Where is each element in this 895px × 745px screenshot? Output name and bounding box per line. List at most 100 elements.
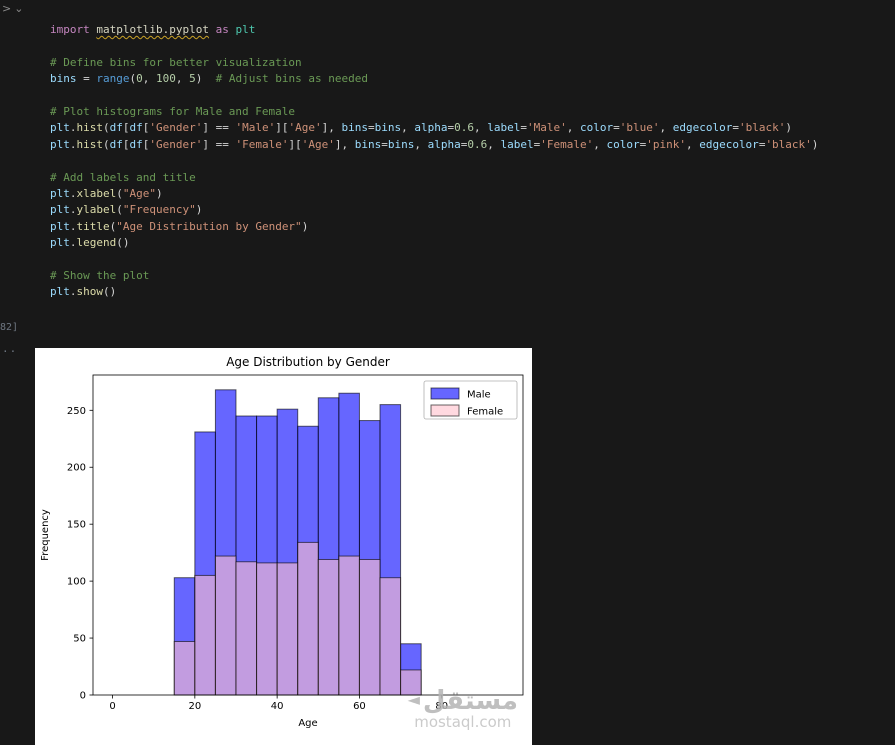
code-line[interactable]: plt.xlabel("Age") (50, 186, 818, 202)
watermark: ◄ مستقل mostaql.com (408, 687, 518, 731)
code-token: show (76, 285, 104, 299)
code-token: range (96, 72, 130, 86)
code-token: matplotlib.pyplot (96, 23, 209, 36)
code-line[interactable]: # Plot histograms for Male and Female (50, 104, 818, 120)
code-token: 0.6 (467, 137, 488, 151)
code-token: ) (785, 121, 792, 135)
code-token: ] (202, 121, 216, 135)
code-token: hist (76, 137, 104, 151)
code-token: ( (103, 121, 110, 135)
code-line[interactable]: plt.show() (50, 284, 818, 300)
code-token: alpha (427, 137, 461, 151)
code-token: . (69, 236, 77, 250)
code-line[interactable]: # Add labels and title (50, 170, 818, 186)
code-token: ) (195, 72, 216, 86)
code-token: () (116, 236, 130, 250)
code-token: df (109, 121, 123, 135)
svg-text:40: 40 (271, 701, 284, 712)
code-token: color (579, 121, 614, 135)
code-token: ], (321, 121, 342, 135)
code-line[interactable]: # Show the plot (50, 268, 818, 284)
code-line[interactable] (50, 88, 818, 104)
code-token: edgecolor (672, 121, 733, 135)
code-token: 'Male' (235, 121, 276, 135)
code-token: . (69, 203, 77, 217)
cell-fold-controls[interactable]: >⌄ (2, 2, 26, 15)
code-token: . (69, 285, 77, 299)
code-token: [ (122, 121, 130, 135)
code-line[interactable]: plt.hist(df[df['Gender'] == 'Male']['Age… (50, 120, 818, 136)
code-token: 'Male' (526, 121, 567, 135)
code-token: df (109, 137, 123, 151)
code-token: , (685, 137, 700, 151)
code-line[interactable]: # Define bins for better visualization (50, 55, 818, 71)
svg-text:Frequency: Frequency (40, 509, 51, 561)
code-line[interactable]: plt.hist(df[df['Gender'] == 'Female']['A… (50, 137, 818, 153)
code-token: df (129, 121, 143, 135)
code-token: ][ (275, 121, 289, 135)
code-token: bins (50, 72, 77, 86)
execution-count: 82] (0, 322, 19, 333)
code-token: import (50, 23, 97, 36)
watermark-arabic-text: مستقل (422, 686, 518, 716)
code-token: . (69, 186, 77, 200)
code-token: "Frequency" (122, 203, 196, 217)
code-token: , (593, 137, 607, 151)
code-token: ) (811, 137, 819, 151)
code-token: "Age Distribution by Gender" (116, 219, 302, 233)
code-token: # Adjust bins as needed (215, 72, 368, 86)
code-token: 'pink' (646, 137, 686, 151)
code-token: plt (235, 23, 256, 36)
code-token: 'Age' (288, 121, 322, 135)
chevron-right-icon[interactable]: > (2, 2, 14, 15)
code-line[interactable]: bins = range(0, 100, 5) # Adjust bins as… (50, 71, 818, 87)
svg-text:200: 200 (67, 463, 86, 474)
code-token: = (520, 121, 527, 135)
cell-drag-handle[interactable]: .. (2, 342, 17, 355)
code-token: , (473, 121, 488, 135)
code-token: ( (116, 203, 123, 217)
code-token: xlabel (76, 186, 117, 200)
svg-text:20: 20 (188, 701, 201, 712)
code-line[interactable]: plt.legend() (50, 235, 818, 251)
code-token: 0.6 (454, 121, 474, 135)
code-token: alpha (414, 121, 448, 135)
code-token: plt (50, 219, 70, 233)
code-token: 'Gender' (149, 121, 203, 135)
code-token: ) (301, 219, 309, 233)
code-line[interactable]: import matplotlib.pyplot as plt (50, 22, 818, 38)
svg-text:100: 100 (67, 577, 86, 588)
code-token: plt (50, 121, 70, 135)
code-token: edgecolor (699, 137, 759, 151)
code-line[interactable]: plt.ylabel("Frequency") (50, 202, 818, 218)
svg-text:60: 60 (353, 701, 366, 712)
code-line[interactable] (50, 251, 818, 267)
code-token: ][ (288, 137, 302, 151)
code-token: as (208, 23, 236, 36)
code-token: # Show the plot (50, 268, 150, 282)
code-token: color (606, 137, 640, 151)
code-token: legend (76, 236, 117, 250)
code-token: , (401, 121, 415, 135)
code-token: ( (103, 137, 110, 151)
code-token: plt (50, 203, 70, 217)
code-token: , (175, 72, 190, 86)
code-token: [ (122, 137, 130, 151)
code-token: 'Gender' (149, 137, 203, 151)
code-token: = (732, 121, 739, 135)
code-token: # Plot histograms for Male and Female (50, 104, 296, 118)
svg-text:Age Distribution by Gender: Age Distribution by Gender (226, 355, 390, 369)
code-editor[interactable]: import matplotlib.pyplot as plt # Define… (50, 22, 818, 301)
code-token: , (659, 121, 673, 135)
code-line[interactable] (50, 153, 818, 169)
code-token: 'Female' (235, 137, 289, 151)
code-token: = (381, 137, 388, 151)
code-line[interactable] (50, 38, 818, 54)
chevron-down-icon[interactable]: ⌄ (14, 2, 26, 15)
code-token: = (367, 121, 375, 135)
code-line[interactable]: plt.title("Age Distribution by Gender") (50, 219, 818, 235)
code-token: hist (76, 121, 104, 135)
code-token: # Add labels and title (50, 170, 196, 184)
code-token: == (215, 137, 229, 151)
code-token: df (129, 137, 143, 151)
